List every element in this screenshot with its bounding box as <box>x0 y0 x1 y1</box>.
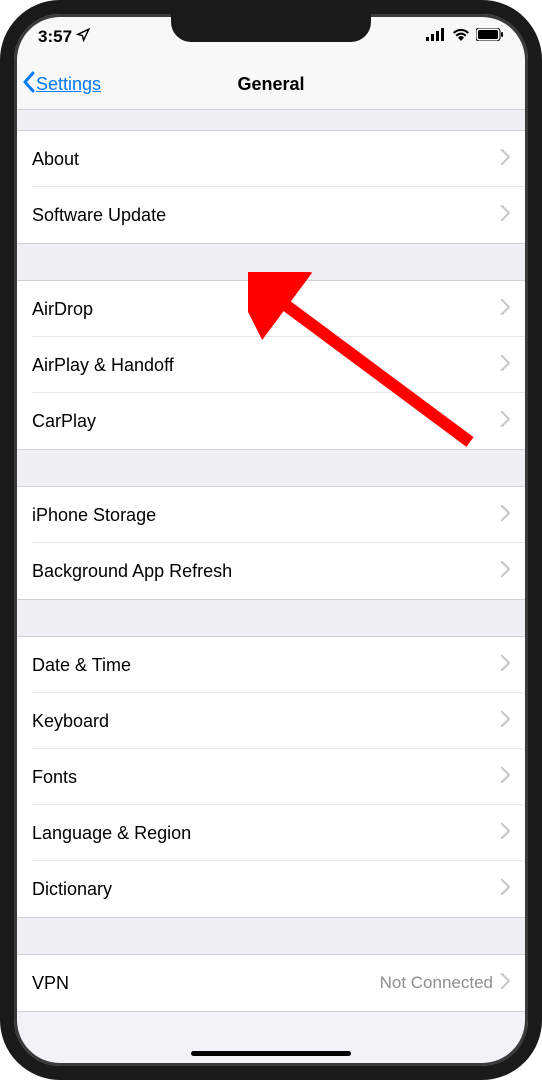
status-bar: 3:57 <box>14 14 528 60</box>
row-label: CarPlay <box>32 411 96 432</box>
row-about[interactable]: About <box>14 131 528 187</box>
row-airplay-handoff[interactable]: AirPlay & Handoff <box>14 337 528 393</box>
row-carplay[interactable]: CarPlay <box>14 393 528 449</box>
chevron-right-icon <box>501 205 510 226</box>
wifi-icon <box>452 28 470 46</box>
row-label: Language & Region <box>32 823 191 844</box>
section-2: iPhone Storage Background App Refresh <box>14 486 528 600</box>
row-label: Background App Refresh <box>32 561 232 582</box>
row-label: iPhone Storage <box>32 505 156 526</box>
row-value: Not Connected <box>380 973 493 993</box>
back-button[interactable]: Settings <box>14 71 101 98</box>
chevron-right-icon <box>501 767 510 788</box>
section-4: VPN Not Connected <box>14 954 528 1012</box>
status-time: 3:57 <box>38 27 72 47</box>
row-label: About <box>32 149 79 170</box>
chevron-right-icon <box>501 355 510 376</box>
row-vpn[interactable]: VPN Not Connected <box>14 955 528 1011</box>
row-airdrop[interactable]: AirDrop <box>14 281 528 337</box>
row-label: AirDrop <box>32 299 93 320</box>
home-indicator[interactable] <box>191 1051 351 1056</box>
chevron-left-icon <box>22 71 36 98</box>
chevron-right-icon <box>501 973 510 994</box>
location-arrow-icon <box>76 27 90 47</box>
page-title: General <box>237 74 304 95</box>
row-background-app-refresh[interactable]: Background App Refresh <box>14 543 528 599</box>
row-label: Software Update <box>32 205 166 226</box>
cellular-signal-icon <box>426 28 446 46</box>
back-label: Settings <box>36 74 101 95</box>
chevron-right-icon <box>501 411 510 432</box>
row-iphone-storage[interactable]: iPhone Storage <box>14 487 528 543</box>
section-1: AirDrop AirPlay & Handoff CarPlay <box>14 280 528 450</box>
chevron-right-icon <box>501 879 510 900</box>
chevron-right-icon <box>501 299 510 320</box>
chevron-right-icon <box>501 823 510 844</box>
row-label: Date & Time <box>32 655 131 676</box>
row-label: Fonts <box>32 767 77 788</box>
chevron-right-icon <box>501 561 510 582</box>
chevron-right-icon <box>501 655 510 676</box>
row-label: VPN <box>32 973 69 994</box>
section-3: Date & Time Keyboard Fonts Language & Re… <box>14 636 528 918</box>
chevron-right-icon <box>501 711 510 732</box>
row-language-region[interactable]: Language & Region <box>14 805 528 861</box>
chevron-right-icon <box>501 149 510 170</box>
row-fonts[interactable]: Fonts <box>14 749 528 805</box>
chevron-right-icon <box>501 505 510 526</box>
row-label: Keyboard <box>32 711 109 732</box>
content-scroll[interactable]: About Software Update AirDrop <box>14 110 528 1066</box>
row-label: Dictionary <box>32 879 112 900</box>
battery-icon <box>476 28 504 46</box>
row-keyboard[interactable]: Keyboard <box>14 693 528 749</box>
row-software-update[interactable]: Software Update <box>14 187 528 243</box>
row-dictionary[interactable]: Dictionary <box>14 861 528 917</box>
row-label: AirPlay & Handoff <box>32 355 174 376</box>
navigation-bar: Settings General <box>14 60 528 110</box>
row-date-time[interactable]: Date & Time <box>14 637 528 693</box>
section-0: About Software Update <box>14 130 528 244</box>
